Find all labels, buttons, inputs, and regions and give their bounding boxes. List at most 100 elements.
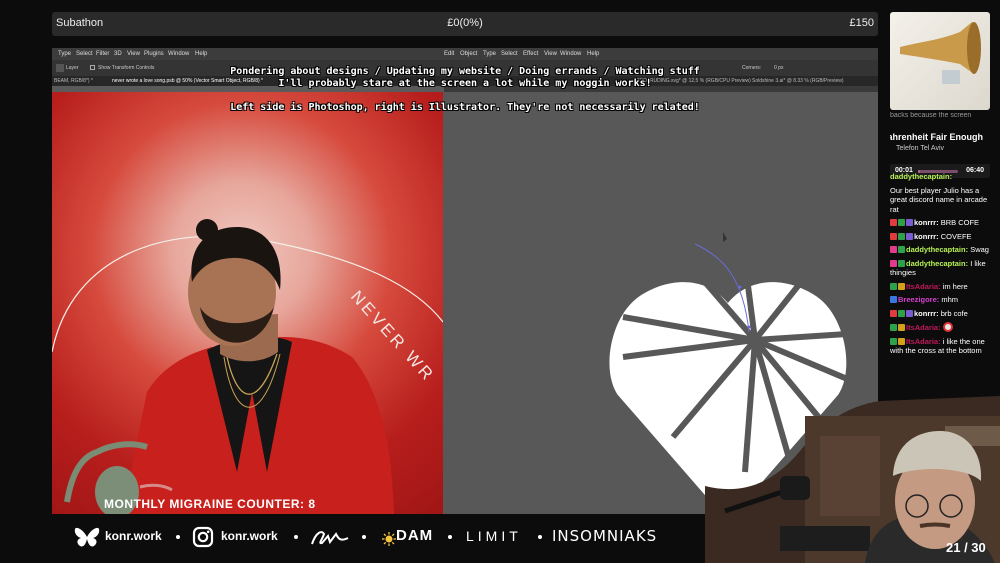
chat-badge-icon bbox=[890, 246, 897, 253]
sun-icon bbox=[382, 532, 396, 546]
microphone-icon bbox=[780, 476, 810, 500]
chat-badge-icon bbox=[890, 219, 897, 226]
menu-item[interactable]: Plugins bbox=[144, 51, 164, 57]
chat-message: Breezigore: mhm bbox=[890, 295, 994, 305]
menu-item[interactable]: Help bbox=[195, 51, 207, 57]
chat-username[interactable]: daddythecaptain: bbox=[890, 172, 952, 181]
chat-badge-icon bbox=[890, 324, 897, 331]
chat-username[interactable]: daddythecaptain: bbox=[906, 245, 968, 254]
menu-item[interactable]: Type bbox=[58, 51, 71, 57]
emote-icon bbox=[942, 322, 953, 332]
menu-item[interactable]: Select bbox=[501, 51, 518, 57]
menu-item[interactable]: Select bbox=[76, 51, 93, 57]
chat-badge-icon bbox=[898, 282, 905, 290]
chat-username[interactable]: ItsAdaria: bbox=[906, 337, 941, 346]
chat-text: brb cofe bbox=[940, 308, 968, 318]
chat-badge-icon bbox=[890, 259, 897, 267]
bluesky-icon bbox=[74, 527, 100, 547]
subathon-progress-text: £0(0%) bbox=[447, 17, 483, 29]
separator-dot bbox=[538, 535, 542, 539]
stream-status-line2: I'll probably stare at the screen a lot … bbox=[278, 78, 652, 89]
chat-message: daddythecaptain: I like thingies bbox=[890, 259, 994, 278]
cursor-icon bbox=[723, 232, 727, 242]
chat-username[interactable]: Breezigore: bbox=[898, 295, 939, 304]
subathon-goal: £150 bbox=[849, 17, 874, 29]
menu-item[interactable]: Help bbox=[587, 51, 599, 57]
album-cover bbox=[890, 12, 990, 110]
chat-badge-icon bbox=[898, 337, 905, 345]
menu-item[interactable]: 3D bbox=[114, 51, 122, 57]
dam-logo: DAM bbox=[396, 527, 434, 544]
migraine-counter: MONTHLY MIGRAINE COUNTER: 8 bbox=[104, 497, 316, 511]
chat-message: ItsAdaria: im here bbox=[890, 282, 994, 292]
chat-username[interactable]: konrrr: bbox=[914, 218, 939, 227]
chat-badge-icon bbox=[890, 309, 897, 317]
chat-badge-icon bbox=[890, 337, 897, 345]
menu-item[interactable]: Edit bbox=[444, 51, 454, 57]
menu-item[interactable]: Effect bbox=[523, 51, 538, 57]
chat-message: ItsAdaria: i like the one with the cross… bbox=[890, 337, 994, 356]
chat-badge-icon bbox=[906, 232, 913, 240]
chat-text: BRB COFE bbox=[940, 218, 980, 227]
menu-item[interactable]: Window bbox=[560, 51, 581, 57]
separator-dot bbox=[294, 535, 298, 539]
bluesky-handle[interactable]: konr.work bbox=[105, 529, 162, 543]
song-title: Fahrenheit Fair Enough bbox=[890, 132, 984, 142]
song-artist: Telefon Tel Aviv bbox=[896, 145, 944, 152]
chat-username[interactable]: ItsAdaria: bbox=[906, 323, 941, 332]
instagram-handle[interactable]: konr.work bbox=[221, 529, 278, 543]
chat-message: konrrr: COVEFE bbox=[890, 232, 994, 242]
insomniaks-logo: INSOMNIAKS bbox=[552, 527, 658, 545]
chat-message: Our best player Julio has a great discor… bbox=[890, 186, 994, 215]
social-bar: konr.work konr.work DAM LIMIT INSOMNIAKS bbox=[52, 522, 692, 556]
chat-username[interactable]: konrrr: bbox=[914, 232, 939, 241]
chat-text: mhm bbox=[941, 295, 959, 304]
menu-item[interactable]: View bbox=[544, 51, 557, 57]
chat-username[interactable]: daddythecaptain: bbox=[906, 259, 968, 268]
chat-badge-icon bbox=[898, 232, 905, 240]
limit-logo: LIMIT bbox=[466, 528, 522, 544]
chat-username[interactable]: konrrr: bbox=[914, 309, 939, 318]
menu-item[interactable]: View bbox=[127, 51, 140, 57]
separator-dot bbox=[176, 535, 180, 539]
chat-message: daddythecaptain: bbox=[890, 172, 994, 182]
chat-message: daddythecaptain: Swag bbox=[890, 245, 994, 255]
menu-item[interactable]: Type bbox=[483, 51, 496, 57]
separator-dot bbox=[362, 535, 366, 539]
slide-counter: 21 / 30 bbox=[946, 540, 986, 555]
chat-text: Swag bbox=[970, 245, 989, 254]
chat-badge-icon bbox=[898, 309, 905, 317]
menu-item[interactable]: Window bbox=[168, 51, 189, 57]
chat-text: Our best player Julio has a great discor… bbox=[890, 185, 988, 214]
chat-badge-icon bbox=[906, 219, 913, 226]
chat-badge-icon bbox=[898, 246, 905, 253]
chat-badge-icon bbox=[890, 232, 897, 240]
chat-badge-icon bbox=[890, 282, 897, 290]
app-menu-bar: Type Select Filter 3D View Plugins Windo… bbox=[52, 48, 878, 60]
chat-message: konrrr: brb cofe bbox=[890, 309, 994, 319]
subathon-bar: Subathon £0(0%) £150 bbox=[52, 12, 878, 36]
signature-logo-icon bbox=[311, 531, 349, 545]
chat-message: konrrr: BRB COFE bbox=[890, 218, 994, 228]
separator-dot bbox=[448, 535, 452, 539]
webcam-feed bbox=[705, 396, 1000, 563]
chat-panel: daddythecaptain: Our best player Julio h… bbox=[890, 172, 994, 360]
photoshop-canvas[interactable]: NEVER WR bbox=[52, 92, 443, 514]
chat-message: ItsAdaria: bbox=[890, 322, 994, 333]
chat-badge-icon bbox=[898, 219, 905, 226]
chat-badge-icon bbox=[898, 324, 905, 331]
chat-text: COVEFE bbox=[940, 231, 972, 241]
chat-badge-icon bbox=[898, 259, 905, 267]
instagram-icon bbox=[192, 526, 214, 548]
menu-item[interactable]: Object bbox=[460, 51, 477, 57]
trumpet-icon bbox=[900, 22, 981, 84]
chat-text: im here bbox=[942, 281, 968, 291]
stream-status-line1: Pondering about designs / Updating my we… bbox=[230, 66, 700, 77]
song-scroll-text: backs because the screen bbox=[890, 112, 972, 119]
album-artwork: NEVER WR bbox=[52, 219, 443, 514]
chat-username[interactable]: ItsAdaria: bbox=[906, 282, 941, 291]
menu-item[interactable]: Filter bbox=[96, 51, 109, 57]
chat-badge-icon bbox=[890, 296, 897, 303]
stream-status-line3: Left side is Photoshop, right is Illustr… bbox=[230, 102, 700, 113]
chat-badge-icon bbox=[906, 309, 913, 317]
